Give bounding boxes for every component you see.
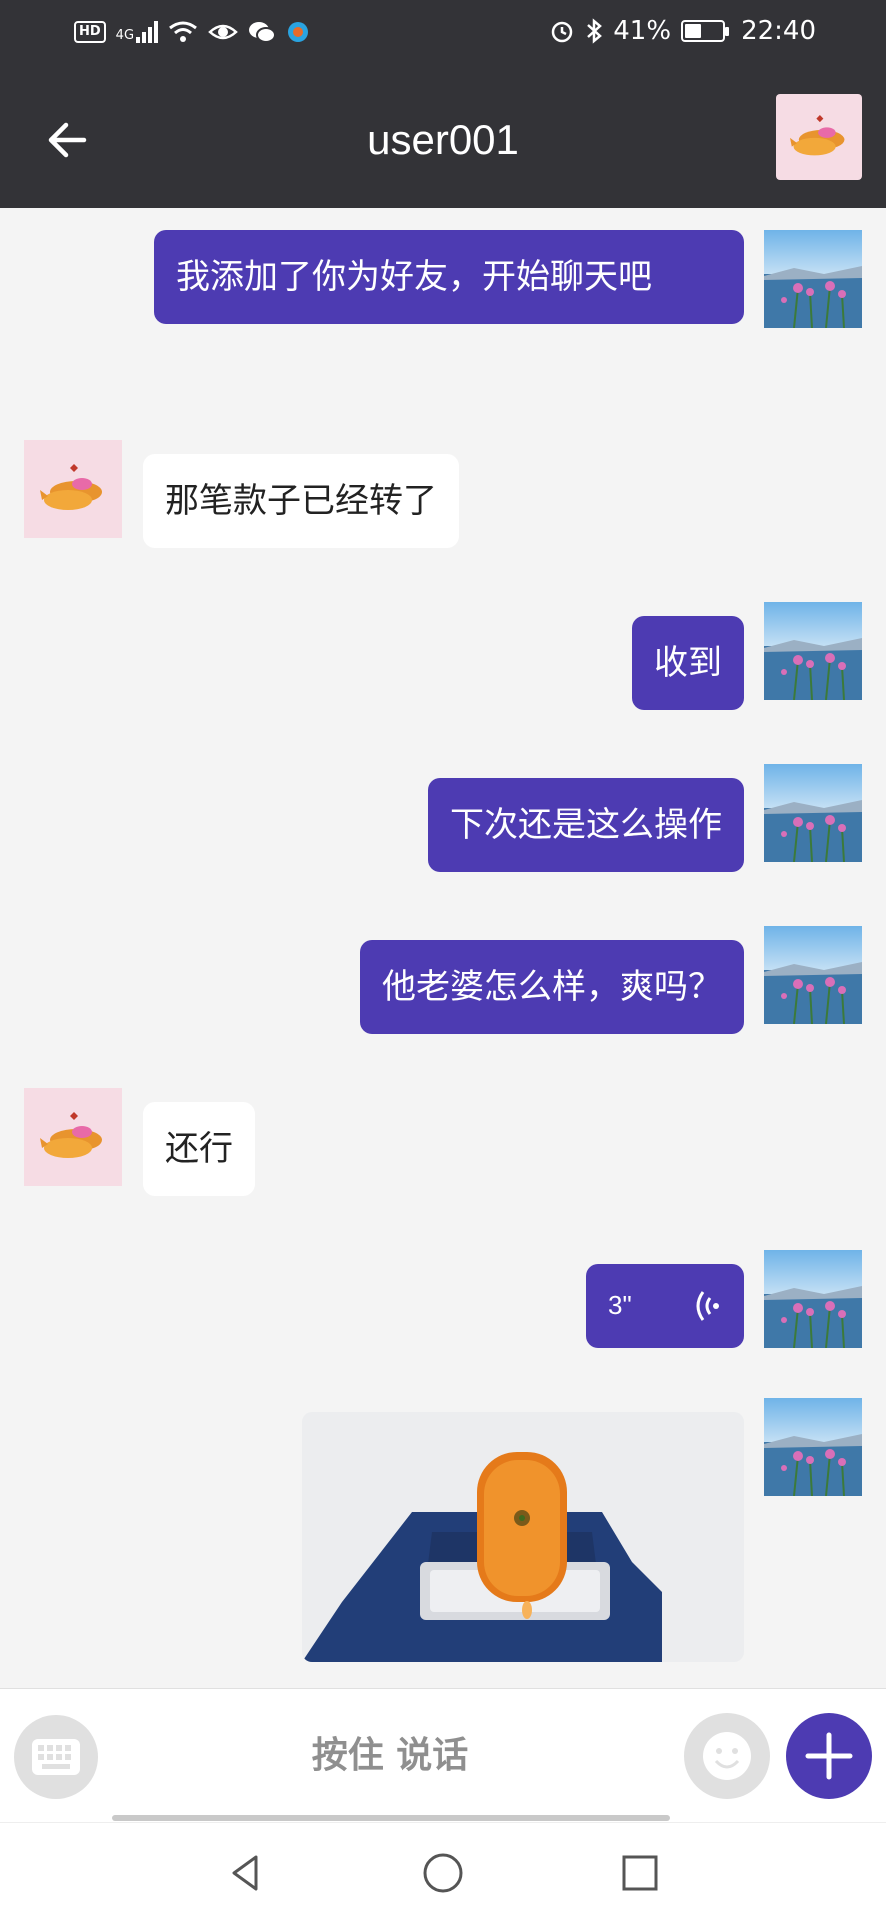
outgoing-message[interactable]: 我添加了你为好友，开始聊天吧 xyxy=(154,230,744,324)
network-type: 4G xyxy=(115,28,135,43)
image-message[interactable] xyxy=(302,1412,744,1662)
contact-avatar[interactable] xyxy=(776,94,862,180)
outgoing-message[interactable]: 收到 xyxy=(632,616,744,710)
contact-avatar[interactable] xyxy=(24,1088,122,1186)
outgoing-message[interactable]: 下次还是这么操作 xyxy=(428,778,744,872)
chat-title: user001 xyxy=(367,116,519,163)
self-avatar[interactable] xyxy=(764,602,862,701)
self-avatar[interactable] xyxy=(764,230,862,329)
back-triangle-icon[interactable] xyxy=(222,1849,270,1897)
voice-wave-icon xyxy=(696,1291,719,1321)
input-bar: 按住 说话 xyxy=(0,1688,886,1822)
self-avatar[interactable] xyxy=(764,764,862,863)
incoming-message[interactable]: 还行 xyxy=(143,1102,255,1196)
battery-icon xyxy=(681,20,730,42)
status-bar: HD 4G 41% 22:40 xyxy=(0,0,886,68)
eye-icon xyxy=(208,24,238,40)
plus-icon xyxy=(805,1732,853,1780)
self-avatar[interactable] xyxy=(764,926,862,1025)
hold-to-talk-button[interactable]: 按住 说话 xyxy=(110,1689,670,1823)
app-notification-icon xyxy=(288,22,309,42)
more-actions-button[interactable] xyxy=(786,1713,872,1799)
message-row: 那笔款子已经转了 xyxy=(0,440,886,550)
message-list[interactable]: 我添加了你为好友，开始聊天吧 那笔款子已经转了 收到 下次还是这么操作 他老婆怎… xyxy=(0,208,886,1688)
home-circle-icon[interactable] xyxy=(419,1849,467,1897)
smiley-icon xyxy=(703,1732,751,1780)
message-row: 他老婆怎么样，爽吗？ xyxy=(0,926,886,1036)
signal-icon xyxy=(136,21,159,43)
message-row xyxy=(0,1398,886,1668)
keyboard-icon xyxy=(32,1739,80,1775)
wechat-icon xyxy=(249,22,277,43)
battery-percent: 41% xyxy=(613,16,672,46)
hd-indicator: HD xyxy=(74,21,106,43)
system-nav-bar xyxy=(0,1822,886,1920)
contact-avatar[interactable] xyxy=(24,440,122,538)
status-icons-right: 41% 22:40 xyxy=(549,16,816,46)
message-row: 我添加了你为好友，开始聊天吧 xyxy=(0,230,886,370)
emoji-button[interactable] xyxy=(684,1713,770,1799)
alarm-icon xyxy=(552,21,573,43)
self-avatar[interactable] xyxy=(764,1398,862,1497)
status-icons-left: HD 4G xyxy=(74,20,310,44)
incoming-message[interactable]: 那笔款子已经转了 xyxy=(143,454,459,548)
outgoing-message[interactable]: 他老婆怎么样，爽吗？ xyxy=(360,940,744,1034)
self-avatar[interactable] xyxy=(764,1250,862,1349)
talk-button-underline xyxy=(112,1815,670,1821)
message-row: 收到 xyxy=(0,602,886,712)
voice-message[interactable]: 3" xyxy=(586,1264,744,1348)
wifi-icon xyxy=(169,21,197,42)
clock: 22:40 xyxy=(741,16,816,46)
chat-header: user001 xyxy=(0,68,886,208)
message-row: 还行 xyxy=(0,1088,886,1198)
message-row: 3" xyxy=(0,1250,886,1360)
keyboard-toggle-button[interactable] xyxy=(14,1715,98,1799)
recents-square-icon[interactable] xyxy=(616,1849,664,1897)
bluetooth-icon xyxy=(587,18,603,44)
voice-duration: 3" xyxy=(608,1290,632,1320)
message-row: 下次还是这么操作 xyxy=(0,764,886,874)
